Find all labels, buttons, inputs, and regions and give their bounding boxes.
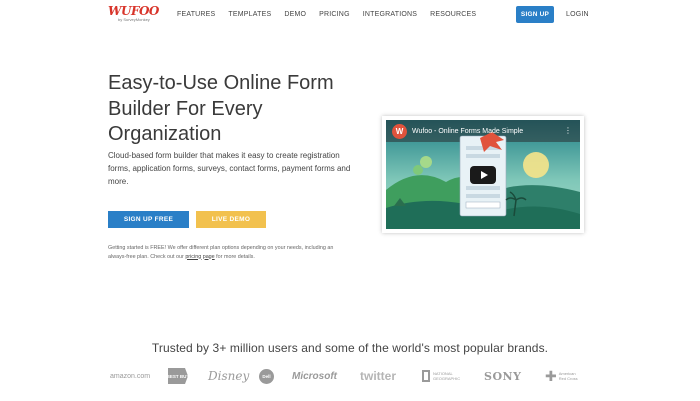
- nav-pricing[interactable]: PRICING: [319, 11, 350, 18]
- hero-title-line: Organization: [108, 123, 222, 145]
- wufoo-logo[interactable]: WUFOO by SurveyMonkey: [108, 4, 159, 25]
- bestbuy-logo: BEST BUY: [168, 366, 188, 386]
- nav-templates[interactable]: TEMPLATES: [228, 11, 271, 18]
- nav-features[interactable]: FEATURES: [177, 11, 215, 18]
- nav-integrations[interactable]: INTEGRATIONS: [363, 11, 417, 18]
- more-vertical-icon[interactable]: ⋮: [564, 127, 572, 135]
- redcross-logo: ✚ American Red Cross: [545, 366, 581, 386]
- video-title[interactable]: Wufoo - Online Forms Made Simple: [412, 128, 523, 135]
- dell-circle-icon: Dell: [259, 368, 274, 384]
- channel-avatar[interactable]: W: [392, 124, 407, 139]
- site-header: WUFOO by SurveyMonkey FEATURES TEMPLATES…: [0, 0, 700, 30]
- disney-logo: Disney: [208, 369, 250, 383]
- red-cross-icon: ✚: [545, 367, 557, 384]
- header-signup-button[interactable]: SIGN UP: [516, 6, 554, 23]
- logo-wordmark: WUFOO: [108, 4, 159, 18]
- natgeo-frame-icon: [422, 370, 430, 382]
- nav-resources[interactable]: RESOURCES: [430, 11, 476, 18]
- amazon-logo: amazon.com: [110, 372, 151, 380]
- trusted-heading: Trusted by 3+ million users and some of …: [151, 341, 549, 355]
- twitter-logo: twitter: [360, 369, 396, 383]
- pricing-page-link[interactable]: pricing page: [185, 254, 214, 260]
- sony-logo: SONY: [484, 369, 522, 383]
- nav-demo[interactable]: DEMO: [284, 11, 306, 18]
- natgeo-wordmark: NATIONAL GEOGRAPHIC: [433, 371, 461, 381]
- hero-title-line: Easy-to-Use Online Form: [108, 72, 334, 94]
- hero-title: Easy-to-Use Online Form Builder For Ever…: [108, 71, 368, 148]
- main-nav: FEATURES TEMPLATES DEMO PRICING INTEGRAT…: [177, 11, 489, 18]
- brand-logos: amazon.com BEST BUY Disney Dell Microsof…: [108, 366, 584, 386]
- microsoft-logo: Microsoft: [292, 370, 337, 382]
- signup-free-button[interactable]: SIGN UP FREE: [108, 211, 189, 228]
- fine-print-text: for more details.: [214, 253, 255, 260]
- logo-subtitle: by SurveyMonkey: [118, 17, 150, 22]
- dell-logo: Dell: [259, 366, 274, 386]
- bestbuy-tag-icon: BEST BUY: [168, 368, 188, 384]
- hero-title-line: Builder For Every: [108, 97, 263, 120]
- play-button[interactable]: [470, 166, 496, 184]
- login-link[interactable]: LOGIN: [566, 11, 589, 18]
- redcross-wordmark: American Red Cross: [558, 371, 578, 381]
- live-demo-button[interactable]: LIVE DEMO: [196, 211, 266, 228]
- play-icon: [480, 171, 488, 179]
- fine-print: Getting started is FREE! We offer differ…: [108, 244, 353, 261]
- natgeo-logo: NATIONAL GEOGRAPHIC: [422, 366, 463, 386]
- hero-description: Cloud-based form builder that makes it e…: [108, 151, 351, 186]
